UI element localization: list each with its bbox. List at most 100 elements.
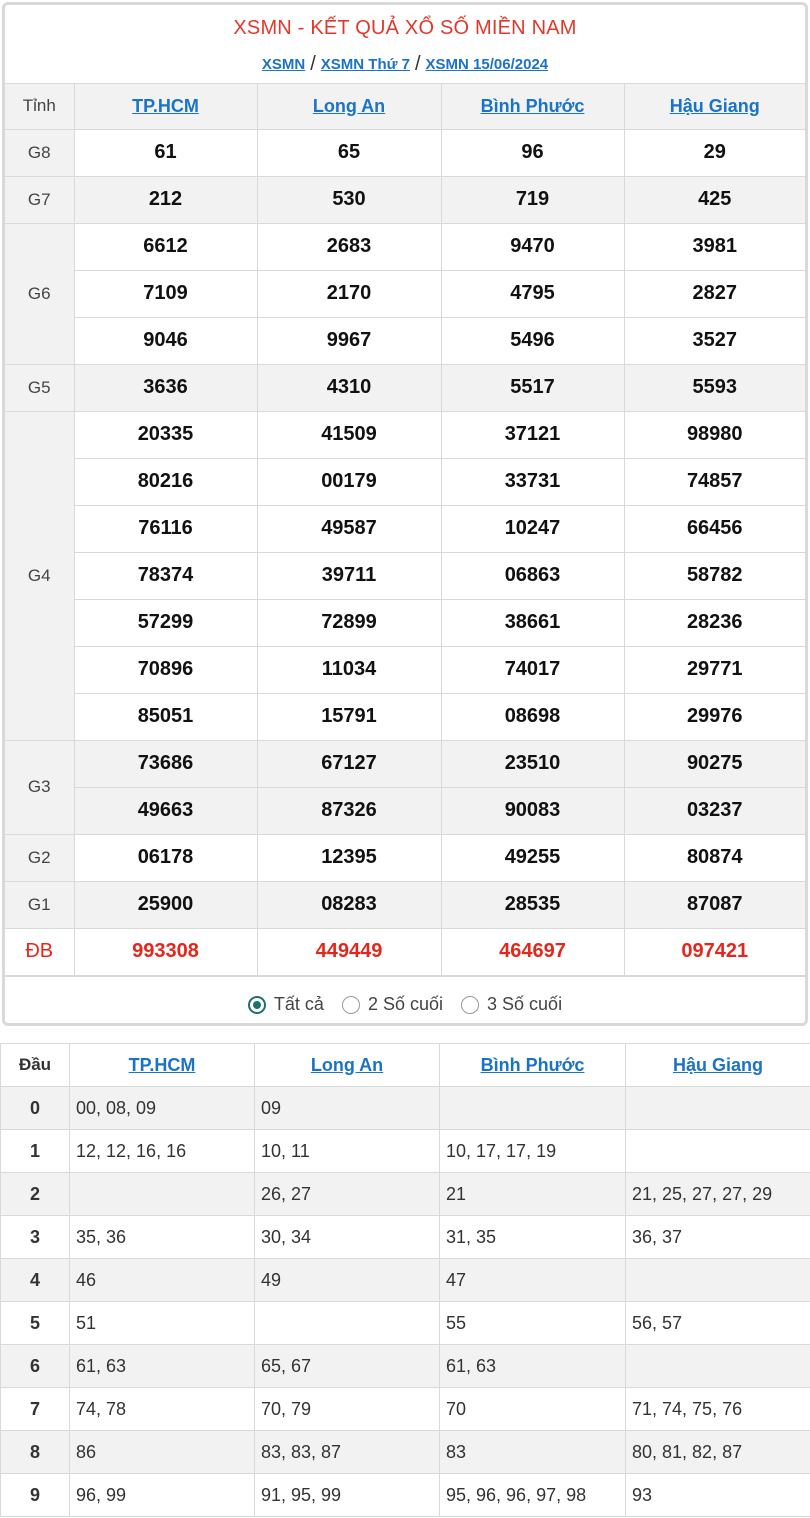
prize-number: 28535 [440,880,625,929]
prize-row: 9046 9967 5496 3527 [5,316,805,365]
loto-cell [254,1301,440,1345]
prize-label: G6 [5,222,75,365]
prize-number: 70896 [74,645,258,694]
loto-cell: 10, 17, 17, 19 [439,1129,626,1173]
prize-number: 9470 [440,222,625,271]
prize-number: 06178 [73,833,258,882]
loto-cell: 74, 78 [69,1387,255,1431]
filter-label: 2 Số cuối [367,994,444,1014]
prize-number: 61 [73,129,258,177]
prize-number: 25900 [73,880,258,929]
loto-row: 4 46 49 47 [0,1258,810,1302]
prize-number: 85051 [74,692,258,741]
prize-number: 57299 [74,598,258,647]
prize-number: 425 [623,175,805,224]
prize-number: 993308 [73,927,258,976]
breadcrumb: XSMN / XSMN Thứ 7/XSMN 15/06/2024 [5,54,805,75]
loto-province-link-hau-giang[interactable]: Hậu Giang [673,1055,763,1075]
prize-row: G7 212 530 719 425 [5,175,805,224]
prize-number: 66456 [623,504,805,553]
prize-number: 15791 [256,692,442,741]
radio-icon[interactable] [341,995,360,1014]
prize-number: 3981 [623,222,805,271]
filter-label: 3 Số cuối [487,994,563,1014]
loto-province-link-long-an[interactable]: Long An [311,1055,383,1075]
loto-province-link-tphcm[interactable]: TP.HCM [129,1055,196,1075]
prize-number: 097421 [623,927,805,976]
prize-number: 4795 [440,269,625,318]
filter-option-2-digits[interactable]: 2 Số cuối [341,994,444,1015]
prize-number: 38661 [440,598,625,647]
breadcrumb-xsmn-date[interactable]: XSMN 15/06/2024 [426,56,549,73]
loto-head-digit: 3 [0,1215,70,1259]
prize-row: 70896 11034 74017 29771 [5,645,805,694]
prize-number: 80216 [74,457,258,506]
results-header-row: Tỉnh TP.HCM Long An Bình Phước Hậu Giang [5,84,805,130]
prize-number: 87326 [256,786,442,835]
prize-number: 3636 [73,363,258,412]
breadcrumb-xsmn[interactable]: XSMN [262,56,305,73]
prize-number: 67127 [256,739,442,788]
province-link-tphcm[interactable]: TP.HCM [132,96,199,116]
loto-row: 2 26, 27 21 21, 25, 27, 27, 29 [0,1172,810,1216]
loto-cell: 31, 35 [439,1215,626,1259]
prize-number: 74017 [440,645,625,694]
prize-row: G5 3636 4310 5517 5593 [5,363,805,412]
province-link-binh-phuoc[interactable]: Bình Phước [481,96,585,116]
prize-label: G3 [5,739,75,835]
loto-row: 8 86 83, 83, 87 83 80, 81, 82, 87 [0,1430,810,1474]
loto-cell [625,1344,810,1388]
loto-cell: 95, 96, 96, 97, 98 [439,1473,626,1517]
prize-number: 9046 [74,316,258,365]
prize-number: 212 [73,175,258,224]
col-province: Long An [256,84,442,130]
prize-row: 7109 2170 4795 2827 [5,269,805,318]
prize-number: 10247 [440,504,625,553]
results-card: XSMN - KẾT QUẢ XỔ SỐ MIỀN NAM XSMN / XSMN … [2,2,808,1026]
loto-cell: 10, 11 [254,1129,440,1173]
filter-option-all[interactable]: Tất cả [247,994,324,1015]
loto-cell: 91, 95, 99 [254,1473,440,1517]
prize-number: 530 [256,175,442,224]
loto-cell: 83 [439,1430,626,1474]
loto-head-digit: 8 [0,1430,70,1474]
prize-number: 29976 [623,692,805,741]
province-link-hau-giang[interactable]: Hậu Giang [670,96,760,116]
loto-cell: 49 [254,1258,440,1302]
prize-number: 5517 [440,363,625,412]
loto-cell: 12, 12, 16, 16 [69,1129,255,1173]
prize-number: 33731 [440,457,625,506]
loto-cell: 61, 63 [439,1344,626,1388]
loto-cell: 71, 74, 75, 76 [625,1387,810,1431]
loto-cell: 80, 81, 82, 87 [625,1430,810,1474]
prize-row: 80216 00179 33731 74857 [5,457,805,506]
prize-number: 08283 [256,880,442,929]
filter-option-3-digits[interactable]: 3 Số cuối [461,994,562,1015]
breadcrumb-xsmn-thu-7[interactable]: XSMN Thứ 7 [321,56,410,73]
prize-number: 74857 [623,457,805,506]
prize-number: 96 [440,129,625,177]
loto-cell: 55 [439,1301,626,1345]
page-title: XSMN - KẾT QUẢ XỔ SỐ MIỀN NAM [233,17,577,39]
prize-number: 49255 [440,833,625,882]
loto-cell: 00, 08, 09 [69,1086,255,1130]
prize-number: 06863 [440,551,625,600]
prize-number: 29771 [623,645,805,694]
results-header: XSMN - KẾT QUẢ XỔ SỐ MIỀN NAM XSMN / XSMN … [5,5,805,84]
prize-number: 49587 [256,504,442,553]
loto-header-row: Đầu TP.HCM Long An Bình Phước Hậu Giang [0,1043,810,1087]
loto-province-link-binh-phuoc[interactable]: Bình Phước [481,1055,585,1075]
col-province: TP.HCM [69,1043,255,1087]
prize-number: 28236 [623,598,805,647]
prize-row: G1 25900 08283 28535 87087 [5,880,805,929]
radio-selected-icon[interactable] [247,995,266,1014]
prize-number: 49663 [74,786,258,835]
radio-icon[interactable] [461,995,480,1014]
prize-row: G2 06178 12395 49255 80874 [5,833,805,882]
prize-row: 78374 39711 06863 58782 [5,551,805,600]
loto-head-digit: 1 [0,1129,70,1173]
loto-head-digit: 4 [0,1258,70,1302]
col-label-tinh: Tỉnh [5,84,75,130]
prize-number: 65 [256,129,442,177]
province-link-long-an[interactable]: Long An [313,96,385,116]
